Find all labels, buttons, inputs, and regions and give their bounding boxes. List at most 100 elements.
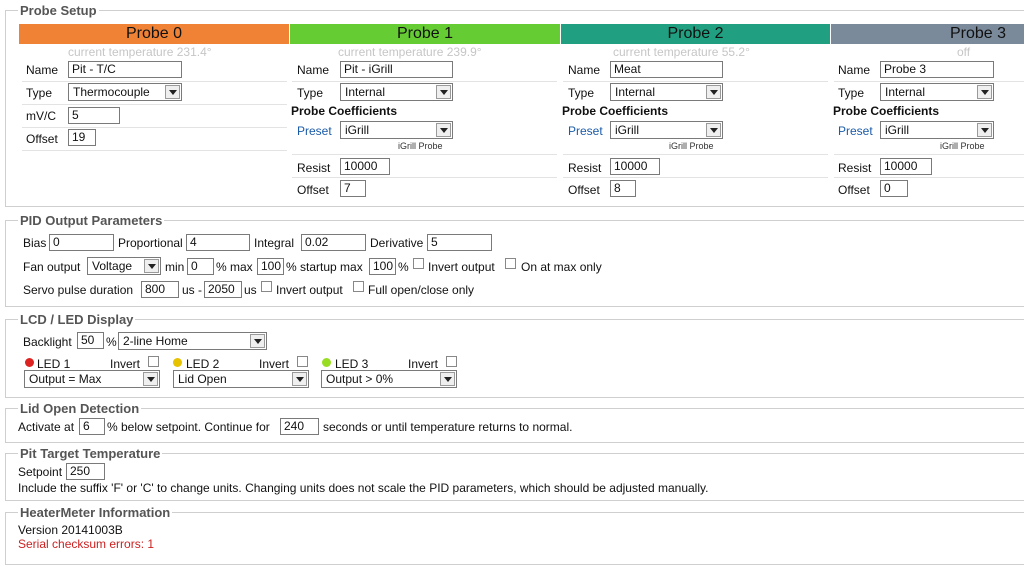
pid-proportional-input[interactable]: 4 bbox=[186, 234, 250, 251]
probe-1-preset-select[interactable]: iGrill bbox=[340, 121, 453, 139]
probe-3-resist-input[interactable]: 10000 bbox=[880, 158, 932, 175]
serial-errors-text: Serial checksum errors: 1 bbox=[18, 537, 155, 551]
probe-1-resist-input[interactable]: 10000 bbox=[340, 158, 390, 175]
chevron-down-icon bbox=[436, 85, 451, 99]
probe-1-type-label: Type bbox=[297, 86, 324, 100]
led-3-indicator-icon bbox=[322, 358, 331, 367]
probe-0-offset-label: Offset bbox=[26, 132, 58, 146]
pid-bias-input[interactable]: 0 bbox=[49, 234, 114, 251]
led-1-invert-checkbox[interactable] bbox=[148, 356, 159, 367]
probe-0-name-input[interactable]: Pit - T/C bbox=[68, 61, 182, 78]
probe-1-name-label: Name bbox=[297, 63, 330, 77]
probe-1-preset-note: iGrill Probe bbox=[398, 141, 443, 151]
fan-startup-pct: % bbox=[398, 260, 409, 274]
led-1-select[interactable]: Output = Max bbox=[24, 370, 160, 388]
fan-output-select[interactable]: Voltage bbox=[87, 257, 161, 275]
probe-2-offset-input[interactable]: 8 bbox=[610, 180, 636, 197]
probe-setup-legend: Probe Setup bbox=[20, 3, 97, 18]
lid-seconds-input[interactable]: 240 bbox=[280, 418, 319, 435]
pid-derivative-label: Derivative bbox=[370, 236, 424, 250]
probe-0-type-select[interactable]: Thermocouple bbox=[68, 83, 182, 101]
backlight-input[interactable]: 50 bbox=[77, 332, 104, 349]
probe-2-preset-label: Preset bbox=[568, 124, 603, 138]
servo-max-input[interactable]: 2050 bbox=[204, 281, 242, 298]
led-3-invert-checkbox[interactable] bbox=[446, 356, 457, 367]
led-2-indicator-icon bbox=[173, 358, 182, 367]
backlight-pct: % bbox=[106, 335, 117, 349]
pid-integral-label: Integral bbox=[254, 236, 295, 250]
probe-0-type-label: Type bbox=[26, 86, 53, 100]
fan-startup-max-label: % startup max bbox=[286, 260, 363, 274]
fan-startup-max-input[interactable]: 100 bbox=[369, 258, 396, 275]
setpoint-label: Setpoint bbox=[18, 465, 63, 479]
probe-2-status: current temperature 55.2° bbox=[613, 45, 750, 59]
probe-2-resist-input[interactable]: 10000 bbox=[610, 158, 660, 175]
lid-activate-label: Activate at bbox=[18, 420, 75, 434]
pid-bias-label: Bias bbox=[23, 236, 47, 250]
probe-3-offset-input[interactable]: 0 bbox=[880, 180, 908, 197]
setpoint-input[interactable]: 250 bbox=[66, 463, 105, 480]
fan-max-label: % max bbox=[216, 260, 253, 274]
fan-min-input[interactable]: 0 bbox=[187, 258, 214, 275]
probe-2-type-label: Type bbox=[568, 86, 595, 100]
probe-0-mvc-input[interactable]: 5 bbox=[68, 107, 120, 124]
probe-1-offset-label: Offset bbox=[297, 183, 329, 197]
probe-1-offset-input[interactable]: 7 bbox=[340, 180, 366, 197]
led-3-invert-label: Invert bbox=[408, 357, 439, 371]
probe-2-preset-note: iGrill Probe bbox=[669, 141, 714, 151]
probe-1-name-input[interactable]: Pit - iGrill bbox=[340, 61, 453, 78]
led-3-label: LED 3 bbox=[335, 357, 369, 371]
lid-tail-text: seconds or until temperature returns to … bbox=[323, 420, 573, 434]
fan-max-input[interactable]: 100 bbox=[257, 258, 284, 275]
chevron-down-icon bbox=[165, 85, 180, 99]
lid-activate-input[interactable]: 6 bbox=[79, 418, 105, 435]
led-1-label: LED 1 bbox=[37, 357, 71, 371]
probe-3-preset-note: iGrill Probe bbox=[940, 141, 985, 151]
info-legend: HeaterMeter Information bbox=[20, 505, 171, 520]
lid-legend: Lid Open Detection bbox=[20, 401, 140, 416]
servo-invert-checkbox[interactable] bbox=[261, 281, 272, 292]
fan-on-max-checkbox[interactable] bbox=[505, 258, 516, 269]
probe-1-coefficients-heading: Probe Coefficients bbox=[291, 104, 398, 118]
lcd-mode-select[interactable]: 2-line Home bbox=[118, 332, 267, 350]
info-section: HeaterMeter Information bbox=[5, 505, 1024, 565]
probe-1-header: Probe 1 bbox=[290, 24, 560, 44]
probe-2-preset-select[interactable]: iGrill bbox=[610, 121, 723, 139]
probe-0-name-label: Name bbox=[26, 63, 59, 77]
probe-3-preset-label: Preset bbox=[838, 124, 873, 138]
fan-invert-label: Invert output bbox=[428, 260, 495, 274]
fan-invert-checkbox[interactable] bbox=[413, 258, 424, 269]
probe-3-coefficients-heading: Probe Coefficients bbox=[833, 104, 940, 118]
probe-2-name-input[interactable]: Meat bbox=[610, 61, 723, 78]
probe-2-type-select[interactable]: Internal bbox=[610, 83, 723, 101]
chevron-down-icon bbox=[143, 372, 158, 386]
probe-3-type-label: Type bbox=[838, 86, 865, 100]
led-2-label: LED 2 bbox=[186, 357, 220, 371]
pid-derivative-input[interactable]: 5 bbox=[427, 234, 492, 251]
chevron-down-icon bbox=[440, 372, 455, 386]
led-1-invert-label: Invert bbox=[110, 357, 141, 371]
pid-integral-input[interactable]: 0.02 bbox=[301, 234, 366, 251]
chevron-down-icon bbox=[977, 123, 992, 137]
probe-3-type-select[interactable]: Internal bbox=[880, 83, 994, 101]
led-2-invert-checkbox[interactable] bbox=[297, 356, 308, 367]
probe-0-offset-input[interactable]: 19 bbox=[68, 129, 96, 146]
led-2-select[interactable]: Lid Open bbox=[173, 370, 309, 388]
pid-proportional-label: Proportional bbox=[118, 236, 183, 250]
probe-3-offset-label: Offset bbox=[838, 183, 870, 197]
probe-1-type-select[interactable]: Internal bbox=[340, 83, 453, 101]
probe-2-header: Probe 2 bbox=[561, 24, 830, 44]
lcd-legend: LCD / LED Display bbox=[20, 312, 134, 327]
probe-1-status: current temperature 239.9° bbox=[338, 45, 482, 59]
probe-3-status: off bbox=[957, 45, 971, 59]
chevron-down-icon bbox=[706, 123, 721, 137]
servo-full-checkbox[interactable] bbox=[353, 281, 364, 292]
probe-3-preset-select[interactable]: iGrill bbox=[880, 121, 994, 139]
servo-min-input[interactable]: 800 bbox=[141, 281, 179, 298]
chevron-down-icon bbox=[436, 123, 451, 137]
led-3-select[interactable]: Output > 0% bbox=[321, 370, 457, 388]
servo-pulse-label: Servo pulse duration bbox=[23, 283, 134, 297]
servo-full-label: Full open/close only bbox=[368, 283, 475, 297]
probe-3-name-input[interactable]: Probe 3 bbox=[880, 61, 994, 78]
probe-3-resist-label: Resist bbox=[838, 161, 872, 175]
